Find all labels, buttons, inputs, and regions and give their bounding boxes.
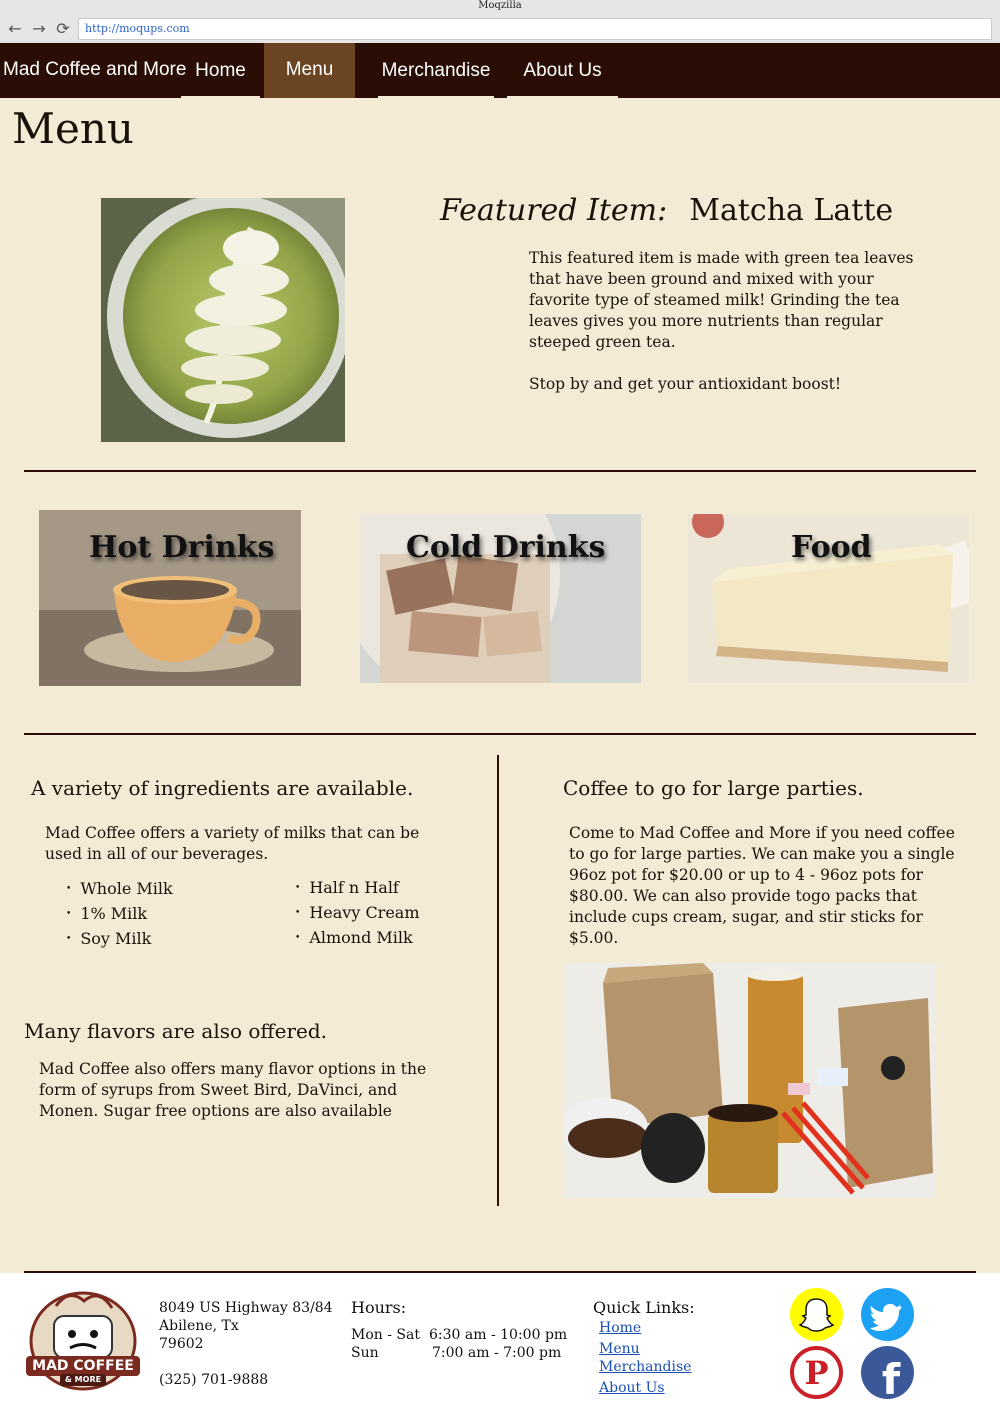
list-item: Heavy Cream: [295, 902, 419, 927]
food-label[interactable]: Food: [791, 530, 872, 565]
cold-drinks-label[interactable]: Cold Drinks: [406, 530, 605, 565]
quick-links-title: Quick Links:: [593, 1298, 695, 1317]
divider: [24, 733, 976, 735]
featured-label: Featured Item:: [440, 193, 668, 228]
list-item: 1% Milk: [66, 903, 173, 928]
hours-days-sun: Sun: [351, 1345, 379, 1361]
page-title: Menu: [12, 104, 134, 153]
footer-link-about-us[interactable]: About Us: [599, 1380, 665, 1396]
list-item: Almond Milk: [295, 927, 420, 952]
milk-list-left: Whole Milk 1% Milk Soy Milk: [66, 878, 173, 953]
svg-text:P: P: [804, 1354, 828, 1392]
list-item: Soy Milk: [66, 928, 173, 953]
divider: [24, 470, 976, 472]
footer-address: 8049 US Highway 83/84 Abilene, Tx 79602 …: [159, 1299, 333, 1389]
snapchat-icon[interactable]: [790, 1288, 843, 1341]
nav-about-us[interactable]: About Us: [507, 43, 618, 98]
reload-icon[interactable]: ⟳: [54, 20, 72, 38]
svg-text:f: f: [882, 1355, 901, 1399]
back-icon[interactable]: ←: [6, 20, 24, 38]
facebook-icon[interactable]: f: [861, 1346, 914, 1404]
brand-name[interactable]: Mad Coffee and More: [3, 59, 186, 81]
logo-text-main: MAD COFFEE: [32, 1358, 134, 1374]
flavors-text: Mad Coffee also offers many flavor optio…: [39, 1060, 427, 1120]
parties-text: Come to Mad Coffee and More if you need …: [569, 824, 955, 947]
nav-home[interactable]: Home: [181, 43, 260, 98]
footer-link-menu[interactable]: Menu: [599, 1341, 640, 1357]
twitter-icon[interactable]: [861, 1288, 914, 1341]
address-zip: 79602: [159, 1336, 204, 1352]
ingredients-heading: A variety of ingredients are available.: [31, 776, 414, 800]
logo-text-sub: & MORE: [64, 1375, 102, 1384]
matcha-latte-image: [101, 198, 345, 442]
list-item: Whole Milk: [66, 878, 172, 903]
top-nav: Mad Coffee and More Home Menu Merchandis…: [0, 43, 1000, 98]
featured-item-name: Matcha Latte: [689, 193, 894, 228]
featured-heading: Featured Item: Matcha Latte: [440, 193, 893, 228]
hot-drinks-label[interactable]: Hot Drinks: [89, 530, 274, 565]
flavors-heading: Many flavors are also offered.: [24, 1019, 328, 1043]
nav-menu[interactable]: Menu: [264, 43, 355, 98]
list-item: Half n Half: [295, 877, 420, 902]
footer-link-merchandise[interactable]: Merchandise: [599, 1359, 691, 1375]
address-bar: ← → ⟳ http://moqups.com: [0, 13, 1000, 44]
hours-title: Hours:: [351, 1298, 407, 1317]
parties-heading: Coffee to go for large parties.: [563, 776, 864, 800]
pinterest-icon[interactable]: P: [790, 1346, 843, 1399]
featured-description: This featured item is made with green te…: [529, 249, 914, 351]
window-title: Moqzilla: [0, 0, 1000, 13]
featured-description-block: This featured item is made with green te…: [529, 248, 919, 395]
nav-merchandise[interactable]: Merchandise: [378, 43, 494, 98]
mad-coffee-logo[interactable]: MAD COFFEE & MORE: [24, 1286, 142, 1392]
ingredients-text: Mad Coffee offers a variety of milks tha…: [45, 824, 420, 863]
featured-tagline: Stop by and get your antioxidant boost!: [529, 375, 842, 393]
footer-link-home[interactable]: Home: [599, 1320, 641, 1336]
column-divider: [497, 755, 499, 1206]
hours-days-mon-sat: Mon - Sat: [351, 1327, 420, 1343]
coffee-to-go-image: [563, 963, 936, 1198]
footer-phone: (325) 701-9888: [159, 1372, 269, 1388]
hours-time-mon-sat: 6:30 am - 10:00 pm: [429, 1327, 568, 1343]
milk-list-right: Half n Half Heavy Cream Almond Milk: [295, 877, 420, 952]
url-input[interactable]: http://moqups.com: [78, 18, 992, 40]
forward-icon[interactable]: →: [30, 20, 48, 38]
address-city: Abilene, Tx: [159, 1318, 239, 1334]
hours-time-sun: 7:00 am - 7:00 pm: [432, 1345, 562, 1361]
address-street: 8049 US Highway 83/84: [159, 1300, 333, 1316]
